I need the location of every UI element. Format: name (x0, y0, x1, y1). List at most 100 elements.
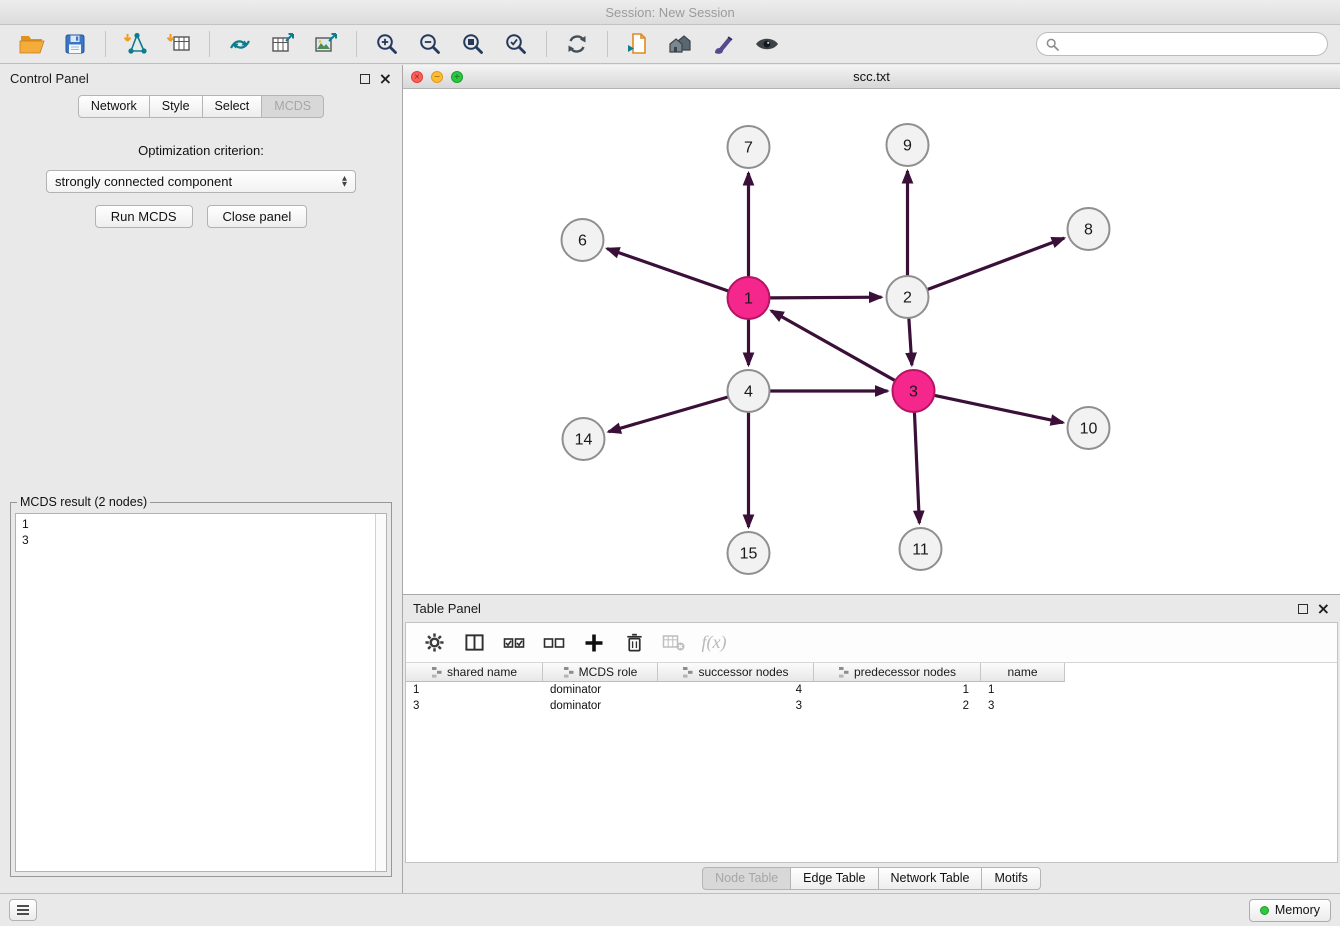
table-cell: dominator (543, 684, 658, 696)
table-cell: 1 (406, 684, 543, 696)
optimization-criterion-select[interactable]: strongly connected component ▲▼ (46, 170, 356, 193)
tab-select[interactable]: Select (202, 95, 263, 118)
columns-icon (464, 632, 485, 653)
float-panel-icon[interactable] (1298, 604, 1308, 614)
graph-edge-3-11[interactable] (914, 412, 919, 523)
mcds-result-item[interactable]: 3 (22, 532, 369, 548)
table-body-filler (406, 714, 1337, 862)
save-session-button[interactable] (55, 28, 95, 60)
column-header-predecessor-nodes[interactable]: predecessor nodes (814, 663, 981, 682)
optimization-criterion-label: Optimization criterion: (138, 143, 264, 158)
tab-network-table[interactable]: Network Table (878, 867, 983, 890)
show-details-button[interactable] (747, 28, 787, 60)
tab-network[interactable]: Network (78, 95, 150, 118)
task-history-button[interactable] (9, 899, 37, 921)
column-type-icon (431, 666, 443, 678)
table-cell: 3 (981, 700, 1065, 712)
style-brush-button[interactable] (704, 28, 744, 60)
search-field[interactable] (1036, 32, 1328, 56)
tab-style[interactable]: Style (149, 95, 203, 118)
toolbar-separator (105, 31, 106, 57)
delete-column-button[interactable] (618, 628, 650, 658)
select-all-button[interactable] (498, 628, 530, 658)
graph-node-label: 11 (912, 542, 929, 559)
table-toolbar: f(x) (406, 623, 1337, 663)
import-network-button[interactable] (116, 28, 156, 60)
delete-table-button[interactable] (658, 628, 690, 658)
function-builder-button[interactable]: f(x) (698, 628, 730, 658)
neighbors-button[interactable] (661, 28, 701, 60)
zoom-in-button[interactable] (367, 28, 407, 60)
import-table-button[interactable] (159, 28, 199, 60)
column-type-icon (682, 666, 694, 678)
export-image-button[interactable] (306, 28, 346, 60)
refresh-button[interactable] (557, 28, 597, 60)
graph-edge-1-6[interactable] (607, 249, 729, 291)
close-panel-button[interactable]: Close panel (207, 205, 308, 228)
toolbar-separator (356, 31, 357, 57)
export-table-button[interactable] (263, 28, 303, 60)
table-panel-header: Table Panel × (403, 595, 1340, 622)
zoom-out-button[interactable] (410, 28, 450, 60)
control-panel-tabs: Network Style Select MCDS (0, 92, 402, 127)
toolbar-separator (607, 31, 608, 57)
table-cell: 1 (981, 684, 1065, 696)
graph-edge-4-14[interactable] (608, 397, 728, 432)
table-panel-title: Table Panel (413, 601, 481, 616)
graph-node-label: 4 (744, 384, 753, 401)
network-graph[interactable]: 7968124314101511 (403, 89, 1340, 594)
tab-motifs[interactable]: Motifs (981, 867, 1040, 890)
zoom-fit-button[interactable] (453, 28, 493, 60)
memory-button[interactable]: Memory (1249, 899, 1331, 922)
window-zoom-button[interactable]: + (451, 71, 463, 83)
mcds-result-item[interactable]: 1 (22, 516, 369, 532)
toolbar-separator (209, 31, 210, 57)
float-panel-icon[interactable] (360, 74, 370, 84)
table-settings-button[interactable] (418, 628, 450, 658)
table-row[interactable]: 1 dominator 4 1 1 (406, 682, 1337, 698)
graph-edge-2-8[interactable] (927, 238, 1064, 289)
apply-style-button[interactable] (618, 28, 658, 60)
zoom-selected-button[interactable] (496, 28, 536, 60)
search-icon (1046, 38, 1059, 51)
close-panel-icon[interactable]: × (379, 71, 392, 87)
tab-edge-table[interactable]: Edge Table (790, 867, 878, 890)
tab-mcds[interactable]: MCDS (261, 95, 324, 118)
import-table-icon (167, 32, 191, 56)
column-header-successor-nodes[interactable]: successor nodes (658, 663, 814, 682)
window-minimize-button[interactable]: − (431, 71, 443, 83)
memory-status-icon (1260, 906, 1269, 915)
network-window: scc.txt × − + 7968124314101511 (403, 65, 1340, 595)
show-column-button[interactable] (458, 628, 490, 658)
control-panel: Control Panel × Network Style Select MCD… (0, 65, 403, 893)
open-session-button[interactable] (12, 28, 52, 60)
column-header-name[interactable]: name (981, 663, 1065, 682)
column-header-mcds-role[interactable]: MCDS role (543, 663, 658, 682)
network-canvas[interactable]: 7968124314101511 (403, 89, 1340, 594)
add-column-button[interactable] (578, 628, 610, 658)
dropdown-stepper-icon: ▲▼ (342, 176, 347, 187)
mcds-result-list[interactable]: 1 3 (15, 513, 387, 872)
graph-node-label: 1 (744, 291, 753, 308)
deselect-all-button[interactable] (538, 628, 570, 658)
graph-node-label: 3 (909, 384, 918, 401)
run-mcds-button[interactable]: Run MCDS (95, 205, 193, 228)
column-header-shared-name[interactable]: shared name (406, 663, 543, 682)
graph-edge-2-3[interactable] (909, 318, 912, 365)
column-label: successor nodes (698, 665, 788, 679)
share-network-button[interactable] (220, 28, 260, 60)
tab-node-table[interactable]: Node Table (702, 867, 791, 890)
graph-node-label: 10 (1080, 421, 1098, 438)
graph-edge-3-1[interactable] (771, 311, 895, 381)
graph-node-label: 9 (903, 138, 912, 155)
table-row[interactable]: 3 dominator 3 2 3 (406, 698, 1337, 714)
window-close-button[interactable]: × (411, 71, 423, 83)
list-icon (16, 904, 30, 916)
graph-edge-3-10[interactable] (934, 395, 1063, 422)
table-cell: dominator (543, 700, 658, 712)
result-scrollbar[interactable] (375, 514, 386, 871)
close-panel-icon[interactable]: × (1317, 601, 1330, 617)
search-input[interactable] (1065, 37, 1318, 52)
graph-edge-1-2[interactable] (769, 297, 881, 298)
unchecked-boxes-icon (543, 634, 565, 652)
